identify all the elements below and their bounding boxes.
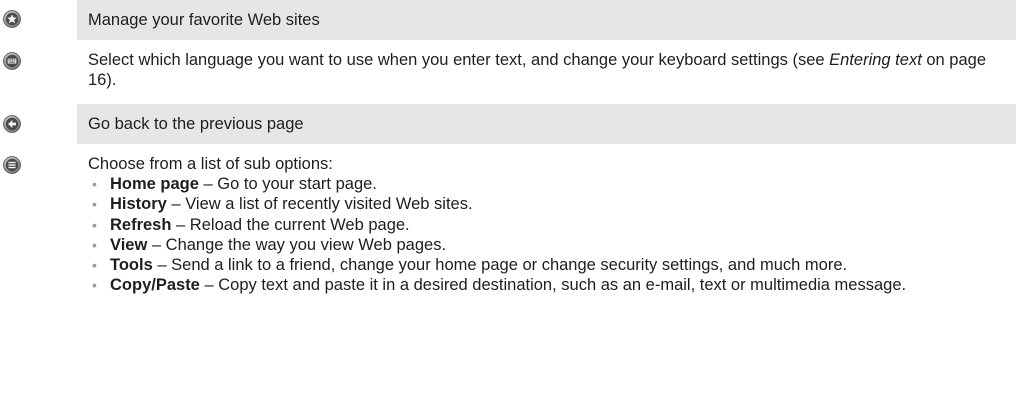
bullet-icon: •: [92, 277, 97, 294]
bullet-icon: •: [92, 216, 97, 233]
sub-option-desc: – Copy text and paste it in a desired de…: [204, 276, 907, 295]
table-row-back: Go back to the previous page: [0, 104, 1016, 144]
language-text-before: Select which language you want to use wh…: [88, 51, 825, 69]
star-circle-icon: [3, 10, 21, 28]
list-item-copy-paste: • Copy/Paste – Copy text and paste it in …: [88, 275, 1010, 295]
keyboard-circle-icon: [3, 52, 21, 70]
table-row-favorites: Manage your favorite Web sites: [0, 0, 1016, 40]
bullet-icon: •: [92, 176, 97, 192]
sub-option-term: History: [110, 195, 167, 214]
entering-text-link[interactable]: Entering text: [829, 51, 922, 69]
menu-circle-icon: [3, 156, 21, 174]
sub-option-term: Refresh: [110, 215, 172, 234]
table-row-options: Choose from a list of sub options: • Home…: [0, 144, 1016, 394]
sub-option-term: Copy/Paste: [110, 276, 200, 295]
sub-option-desc: – View a list of recently visited Web si…: [171, 195, 473, 214]
sub-option-term: View: [110, 235, 148, 254]
sub-option-desc: – Send a link to a friend, change your h…: [157, 256, 848, 275]
bullet-icon: •: [92, 257, 97, 274]
bullet-icon: •: [92, 196, 97, 213]
document-page: Manage your favorite Web sites Select wh…: [0, 0, 1016, 394]
sub-option-desc: – Go to your start page.: [203, 175, 377, 193]
options-description: Choose from a list of sub options: • Home…: [88, 154, 1010, 296]
list-item-history: • History – View a list of recently visit…: [88, 194, 1010, 214]
sub-option-term: Home page: [110, 175, 199, 193]
options-intro: Choose from a list of sub options:: [88, 155, 333, 173]
sub-option-desc: – Change the way you view Web pages.: [151, 235, 447, 254]
list-item-view: • View – Change the way you view Web page…: [88, 235, 1010, 255]
list-item-tools: • Tools – Send a link to a friend, change…: [88, 255, 1010, 275]
favorites-description: Manage your favorite Web sites: [88, 11, 320, 29]
sub-options-list: • Home page – Go to your start page. • His…: [88, 174, 1010, 296]
table-row-language: Select which language you want to use wh…: [0, 40, 1016, 104]
language-description: Select which language you want to use wh…: [88, 50, 1010, 90]
sub-option-term: Tools: [110, 256, 153, 275]
back-arrow-circle-icon: [3, 115, 21, 133]
back-description: Go back to the previous page: [88, 115, 304, 133]
sub-option-desc: – Reload the current Web page.: [176, 215, 410, 234]
list-item-home-page: • Home page – Go to your start page.: [88, 174, 1010, 194]
bullet-icon: •: [92, 236, 97, 253]
list-item-refresh: • Refresh – Reload the current Web page.: [88, 215, 1010, 235]
